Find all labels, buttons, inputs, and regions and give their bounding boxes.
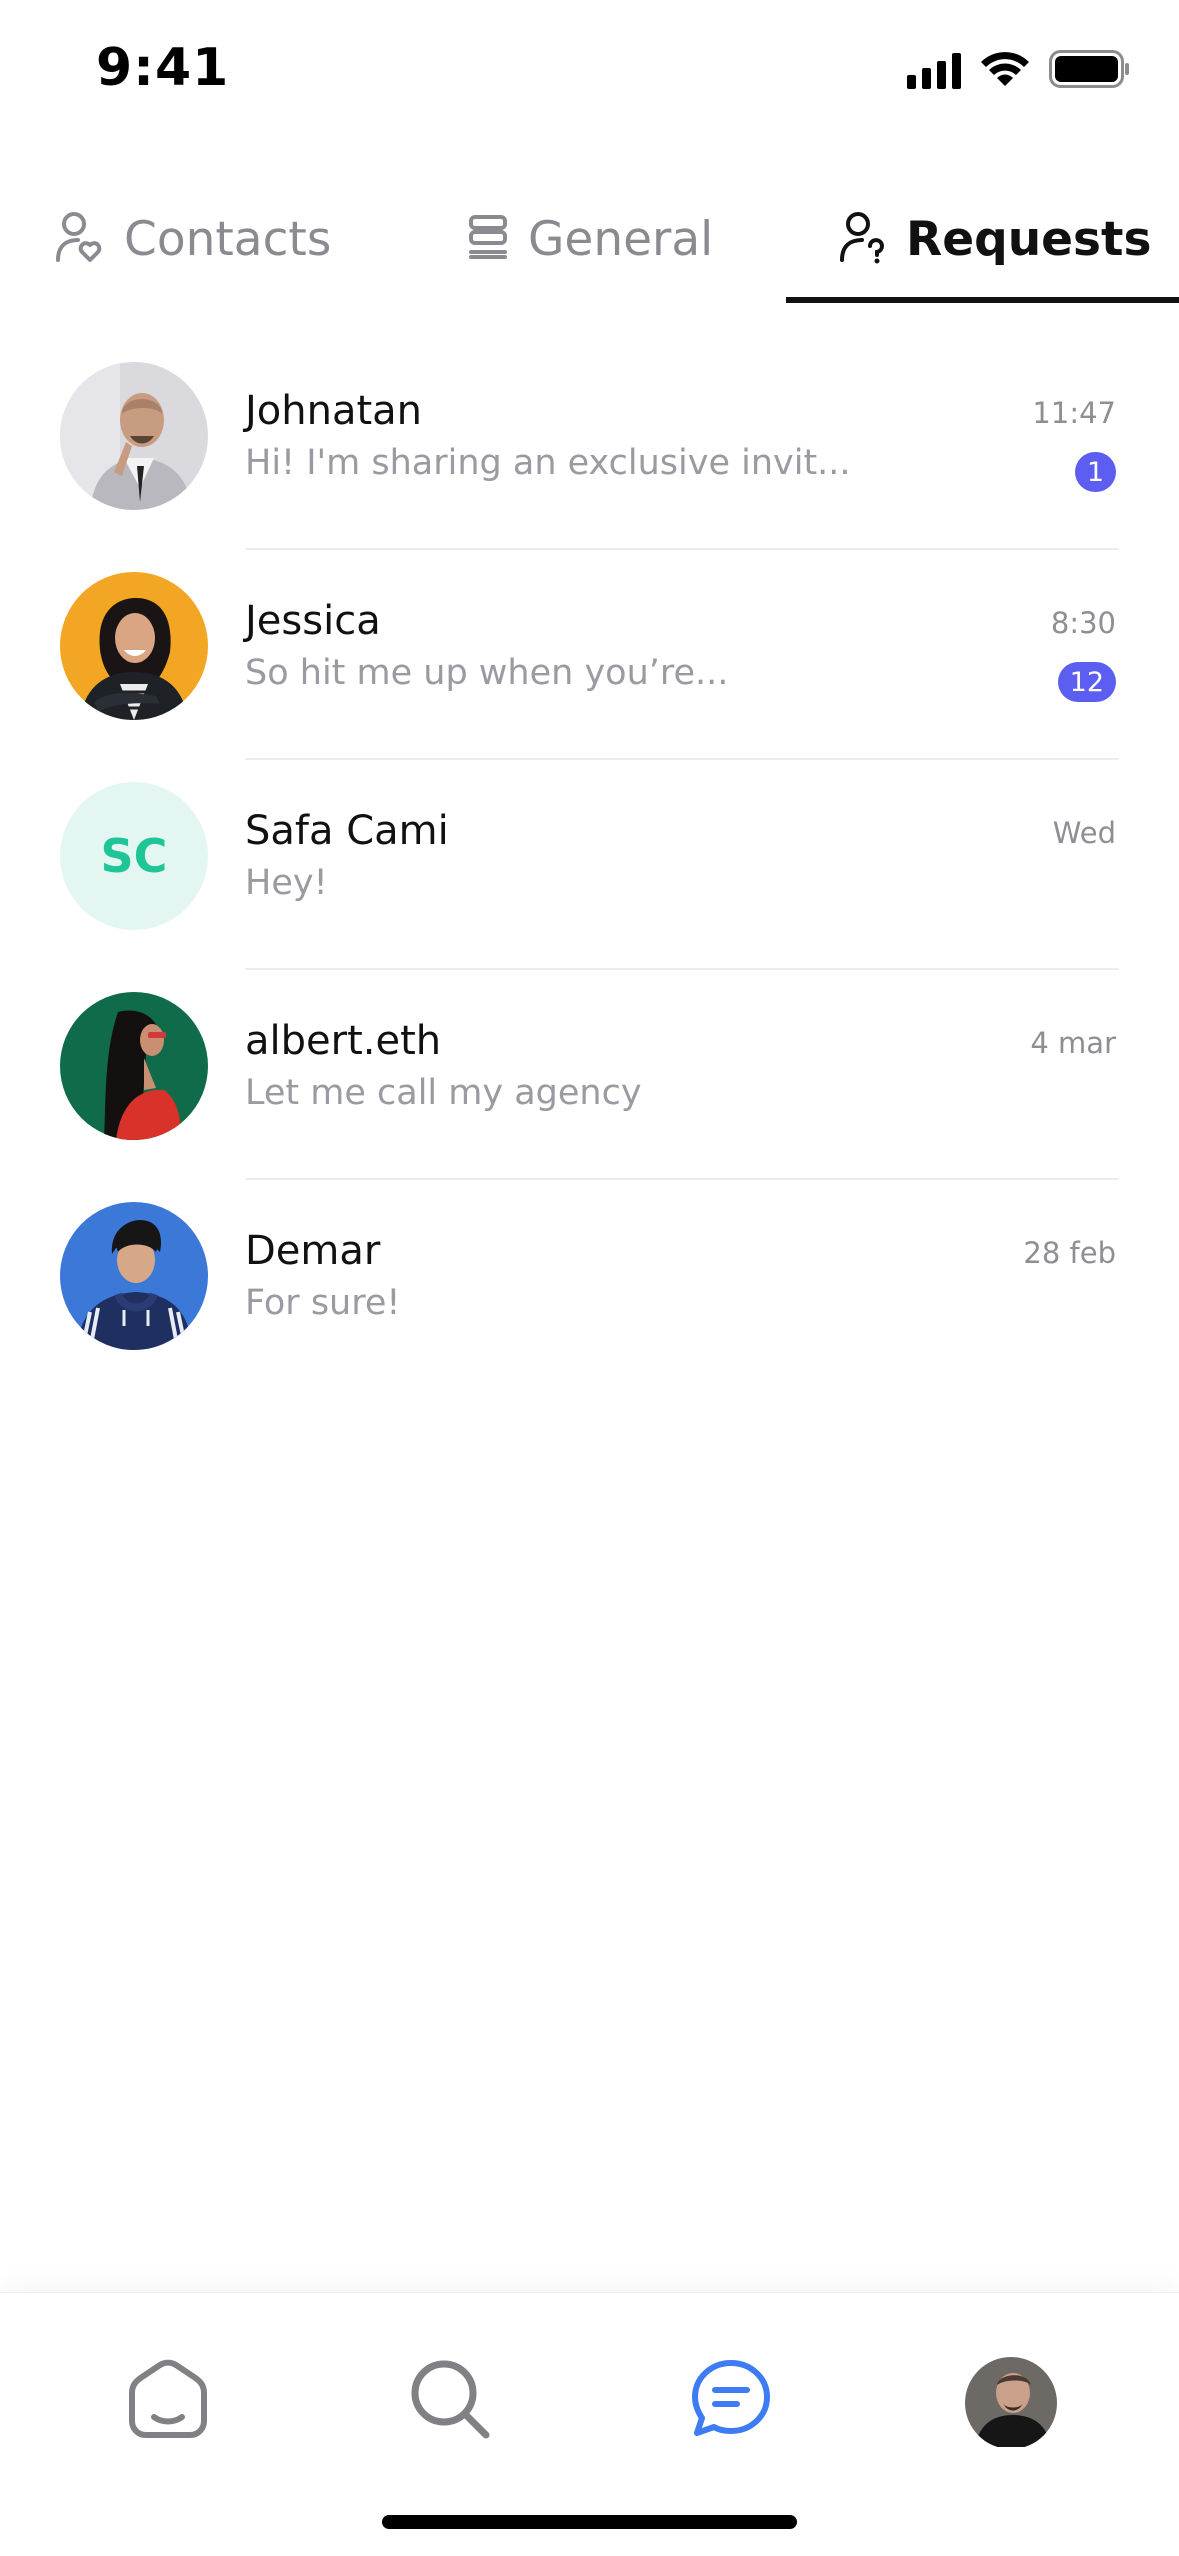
message-preview: Let me call my agency: [245, 1073, 642, 1113]
wifi-icon: [979, 50, 1031, 92]
status-bar: 9:41: [0, 0, 1179, 140]
message-preview: For sure!: [245, 1283, 401, 1323]
conversation-row-johnatan[interactable]: Johnatan Hi! I'm sharing an exclusive in…: [0, 340, 1179, 550]
profile-avatar: [965, 2357, 1057, 2449]
contact-name: Jessica: [245, 598, 381, 644]
avatar-initials: SC: [60, 782, 208, 930]
avatar: [60, 1202, 208, 1350]
battery-icon: [1049, 50, 1131, 92]
message-preview: Hey!: [245, 863, 328, 903]
tab-bar: Contacts General Requests: [0, 175, 1179, 303]
stack-icon: [468, 214, 508, 264]
nav-profile-button[interactable]: [965, 2357, 1057, 2449]
chat-icon: [689, 2357, 773, 2445]
nav-search-button[interactable]: [402, 2353, 498, 2449]
contact-name: Demar: [245, 1228, 381, 1274]
contact-name: Johnatan: [245, 388, 423, 434]
message-time: 11:47: [1032, 396, 1116, 430]
status-time: 9:41: [96, 38, 230, 98]
message-time: Wed: [1052, 816, 1116, 850]
unread-badge: 1: [1074, 452, 1116, 492]
message-time: 4 mar: [1030, 1026, 1116, 1060]
message-preview: Hi! I'm sharing an exclusive invit...: [245, 443, 851, 483]
cellular-signal-icon: [907, 53, 961, 89]
avatar: [60, 572, 208, 720]
message-preview: So hit me up when you’re...: [245, 653, 729, 693]
conversation-row-albert-eth[interactable]: albert.eth Let me call my agency 4 mar: [0, 970, 1179, 1180]
conversation-row-demar[interactable]: Demar For sure! 28 feb: [0, 1180, 1179, 1390]
tab-requests[interactable]: Requests: [840, 175, 1151, 303]
nav-home-button[interactable]: [120, 2353, 216, 2449]
contact-name: albert.eth: [245, 1018, 442, 1064]
active-tab-indicator: [786, 297, 1179, 303]
messages-screen: 9:41 Contacts General Requests Johnatan …: [0, 0, 1179, 2556]
conversation-row-jessica[interactable]: Jessica So hit me up when you’re... 8:30…: [0, 550, 1179, 760]
conversation-row-safa-cami[interactable]: SC Safa Cami Hey! Wed: [0, 760, 1179, 970]
tab-general[interactable]: General: [468, 175, 713, 303]
tab-label: General: [528, 211, 714, 267]
search-icon: [408, 2357, 492, 2445]
home-icon: [126, 2359, 210, 2443]
tab-label: Contacts: [124, 211, 332, 267]
tab-label: Requests: [906, 211, 1152, 267]
avatar: [60, 362, 208, 510]
home-indicator: [382, 2515, 797, 2529]
user-question-icon: [840, 210, 886, 268]
message-time: 28 feb: [1023, 1236, 1116, 1270]
status-icons: [907, 50, 1131, 92]
avatar: [60, 992, 208, 1140]
message-time: 8:30: [1050, 606, 1116, 640]
contact-name: Safa Cami: [245, 808, 449, 854]
tab-contacts[interactable]: Contacts: [56, 175, 331, 303]
nav-chat-button[interactable]: [683, 2353, 779, 2449]
user-heart-icon: [56, 210, 104, 268]
unread-badge: 12: [1057, 662, 1116, 702]
conversation-list: Johnatan Hi! I'm sharing an exclusive in…: [0, 340, 1179, 1390]
